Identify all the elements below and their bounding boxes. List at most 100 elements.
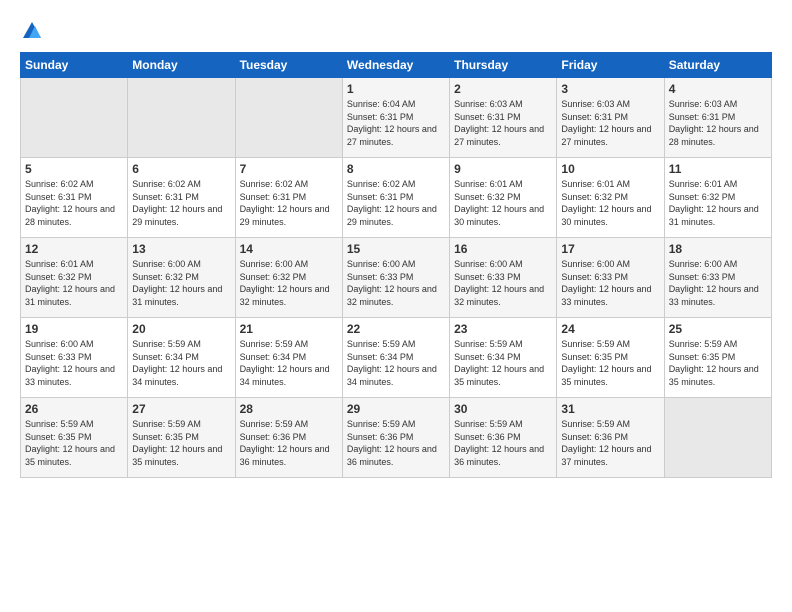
sunrise: Sunrise: 5:59 AM [25,419,94,429]
sunrise: Sunrise: 6:03 AM [454,99,523,109]
daylight: Daylight: 12 hours and 37 minutes. [561,444,651,467]
day-info: Sunrise: 5:59 AM Sunset: 6:35 PM Dayligh… [669,338,767,388]
daylight: Daylight: 12 hours and 29 minutes. [240,204,330,227]
calendar-week-row: 1 Sunrise: 6:04 AM Sunset: 6:31 PM Dayli… [21,78,772,158]
weekday-header-row: SundayMondayTuesdayWednesdayThursdayFrid… [21,53,772,78]
calendar-week-row: 26 Sunrise: 5:59 AM Sunset: 6:35 PM Dayl… [21,398,772,478]
sunset: Sunset: 6:35 PM [561,352,628,362]
day-info: Sunrise: 6:00 AM Sunset: 6:32 PM Dayligh… [240,258,338,308]
sunrise: Sunrise: 5:59 AM [669,339,738,349]
calendar-cell: 14 Sunrise: 6:00 AM Sunset: 6:32 PM Dayl… [235,238,342,318]
day-info: Sunrise: 6:01 AM Sunset: 6:32 PM Dayligh… [454,178,552,228]
day-number: 8 [347,162,445,176]
sunset: Sunset: 6:31 PM [454,112,521,122]
day-info: Sunrise: 6:03 AM Sunset: 6:31 PM Dayligh… [454,98,552,148]
calendar-table: SundayMondayTuesdayWednesdayThursdayFrid… [20,52,772,478]
sunrise: Sunrise: 6:00 AM [132,259,201,269]
daylight: Daylight: 12 hours and 32 minutes. [240,284,330,307]
daylight: Daylight: 12 hours and 28 minutes. [25,204,115,227]
calendar-cell: 31 Sunrise: 5:59 AM Sunset: 6:36 PM Dayl… [557,398,664,478]
sunrise: Sunrise: 5:59 AM [454,339,523,349]
day-number: 3 [561,82,659,96]
calendar-cell [21,78,128,158]
sunrise: Sunrise: 6:00 AM [240,259,309,269]
daylight: Daylight: 12 hours and 31 minutes. [25,284,115,307]
calendar-cell: 11 Sunrise: 6:01 AM Sunset: 6:32 PM Dayl… [664,158,771,238]
day-info: Sunrise: 5:59 AM Sunset: 6:34 PM Dayligh… [454,338,552,388]
day-number: 20 [132,322,230,336]
day-number: 29 [347,402,445,416]
daylight: Daylight: 12 hours and 36 minutes. [347,444,437,467]
daylight: Daylight: 12 hours and 27 minutes. [454,124,544,147]
day-number: 9 [454,162,552,176]
daylight: Daylight: 12 hours and 35 minutes. [25,444,115,467]
calendar-cell: 21 Sunrise: 5:59 AM Sunset: 6:34 PM Dayl… [235,318,342,398]
sunset: Sunset: 6:35 PM [132,432,199,442]
calendar-cell: 28 Sunrise: 5:59 AM Sunset: 6:36 PM Dayl… [235,398,342,478]
weekday-header-tuesday: Tuesday [235,53,342,78]
daylight: Daylight: 12 hours and 33 minutes. [561,284,651,307]
sunrise: Sunrise: 5:59 AM [240,419,309,429]
day-info: Sunrise: 6:01 AM Sunset: 6:32 PM Dayligh… [669,178,767,228]
logo [20,20,44,42]
weekday-header-sunday: Sunday [21,53,128,78]
sunrise: Sunrise: 5:59 AM [132,419,201,429]
sunset: Sunset: 6:36 PM [561,432,628,442]
sunset: Sunset: 6:35 PM [25,432,92,442]
calendar-cell [235,78,342,158]
calendar-cell: 10 Sunrise: 6:01 AM Sunset: 6:32 PM Dayl… [557,158,664,238]
sunset: Sunset: 6:34 PM [454,352,521,362]
day-number: 21 [240,322,338,336]
daylight: Daylight: 12 hours and 27 minutes. [347,124,437,147]
day-number: 26 [25,402,123,416]
weekday-header-wednesday: Wednesday [342,53,449,78]
day-info: Sunrise: 6:00 AM Sunset: 6:33 PM Dayligh… [561,258,659,308]
page-header [20,20,772,42]
sunset: Sunset: 6:32 PM [240,272,307,282]
day-info: Sunrise: 5:59 AM Sunset: 6:36 PM Dayligh… [454,418,552,468]
day-info: Sunrise: 6:00 AM Sunset: 6:33 PM Dayligh… [669,258,767,308]
sunrise: Sunrise: 6:02 AM [132,179,201,189]
calendar-cell: 20 Sunrise: 5:59 AM Sunset: 6:34 PM Dayl… [128,318,235,398]
sunset: Sunset: 6:31 PM [240,192,307,202]
sunrise: Sunrise: 6:00 AM [561,259,630,269]
sunrise: Sunrise: 6:00 AM [454,259,523,269]
daylight: Daylight: 12 hours and 31 minutes. [669,204,759,227]
daylight: Daylight: 12 hours and 34 minutes. [132,364,222,387]
day-info: Sunrise: 6:01 AM Sunset: 6:32 PM Dayligh… [25,258,123,308]
calendar-week-row: 19 Sunrise: 6:00 AM Sunset: 6:33 PM Dayl… [21,318,772,398]
calendar-cell: 16 Sunrise: 6:00 AM Sunset: 6:33 PM Dayl… [450,238,557,318]
sunrise: Sunrise: 6:02 AM [347,179,416,189]
sunrise: Sunrise: 6:00 AM [669,259,738,269]
daylight: Daylight: 12 hours and 28 minutes. [669,124,759,147]
daylight: Daylight: 12 hours and 32 minutes. [347,284,437,307]
calendar-cell: 8 Sunrise: 6:02 AM Sunset: 6:31 PM Dayli… [342,158,449,238]
sunrise: Sunrise: 6:01 AM [454,179,523,189]
day-number: 14 [240,242,338,256]
calendar-cell: 1 Sunrise: 6:04 AM Sunset: 6:31 PM Dayli… [342,78,449,158]
weekday-header-saturday: Saturday [664,53,771,78]
weekday-header-thursday: Thursday [450,53,557,78]
day-number: 17 [561,242,659,256]
daylight: Daylight: 12 hours and 33 minutes. [25,364,115,387]
day-number: 30 [454,402,552,416]
daylight: Daylight: 12 hours and 33 minutes. [669,284,759,307]
daylight: Daylight: 12 hours and 29 minutes. [132,204,222,227]
daylight: Daylight: 12 hours and 34 minutes. [240,364,330,387]
sunset: Sunset: 6:34 PM [240,352,307,362]
sunrise: Sunrise: 6:01 AM [25,259,94,269]
day-number: 27 [132,402,230,416]
day-number: 18 [669,242,767,256]
sunrise: Sunrise: 6:02 AM [25,179,94,189]
day-info: Sunrise: 5:59 AM Sunset: 6:35 PM Dayligh… [25,418,123,468]
calendar-cell: 6 Sunrise: 6:02 AM Sunset: 6:31 PM Dayli… [128,158,235,238]
calendar-cell: 30 Sunrise: 5:59 AM Sunset: 6:36 PM Dayl… [450,398,557,478]
calendar-cell: 25 Sunrise: 5:59 AM Sunset: 6:35 PM Dayl… [664,318,771,398]
day-info: Sunrise: 6:03 AM Sunset: 6:31 PM Dayligh… [669,98,767,148]
day-number: 11 [669,162,767,176]
day-info: Sunrise: 6:00 AM Sunset: 6:33 PM Dayligh… [25,338,123,388]
daylight: Daylight: 12 hours and 30 minutes. [454,204,544,227]
sunrise: Sunrise: 6:01 AM [669,179,738,189]
daylight: Daylight: 12 hours and 35 minutes. [132,444,222,467]
calendar-cell: 22 Sunrise: 5:59 AM Sunset: 6:34 PM Dayl… [342,318,449,398]
